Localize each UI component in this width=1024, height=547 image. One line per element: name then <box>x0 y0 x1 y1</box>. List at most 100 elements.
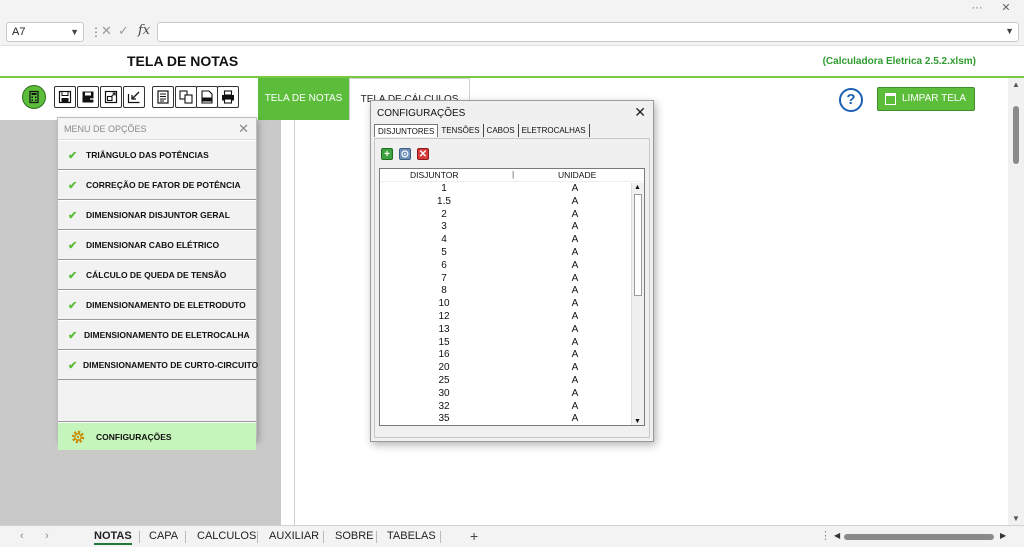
sheet-tab-calculos[interactable]: CALCULOS <box>197 530 256 542</box>
disjuntor-value: 13 <box>438 323 450 335</box>
menu-item-queda-tensao[interactable]: ✔ CÁLCULO DE QUEDA DE TENSÃO <box>58 260 256 290</box>
list-item[interactable]: 16 A <box>380 349 632 362</box>
close-icon[interactable]: ✕ <box>238 121 249 137</box>
unit-value: A <box>571 362 579 374</box>
restore-button[interactable] <box>100 86 122 108</box>
list-item[interactable]: 20 A <box>380 362 632 375</box>
tab-tensoes[interactable]: TENSÕES <box>438 124 484 137</box>
menu-item-triangulo-potencias[interactable]: ✔ TRIÂNGULO DAS POTÊNCIAS <box>58 140 256 170</box>
unit-value: A <box>571 195 579 207</box>
list-item[interactable]: 6A <box>380 260 632 273</box>
sheet-tab-auxiliar[interactable]: AUXILIAR <box>269 530 319 542</box>
edit-icon[interactable]: ⊙ <box>399 148 411 160</box>
list-item[interactable]: 4A <box>380 234 632 247</box>
tab-eletrocalhas[interactable]: ELETROCALHAS <box>519 124 590 137</box>
sheet-gap <box>281 120 295 525</box>
pdf-button[interactable] <box>196 86 218 108</box>
dialog-title: CONFIGURAÇÕES <box>377 108 466 119</box>
tab-disjuntores[interactable]: DISJUNTORES <box>374 124 439 137</box>
scroll-up-icon[interactable]: ▲ <box>634 184 641 191</box>
sheet-tab-capa[interactable]: CAPA <box>149 530 178 542</box>
menu-item-correcao-fator[interactable]: ✔ CORREÇÃO DE FATOR DE POTÊNCIA <box>58 170 256 200</box>
sheet-tab-tabelas[interactable]: TABELAS <box>387 530 436 542</box>
menu-item-disjuntor-geral[interactable]: ✔ DIMENSIONAR DISJUNTOR GERAL <box>58 200 256 230</box>
scroll-up-icon[interactable]: ▲ <box>1012 80 1020 89</box>
menu-item-configuracoes[interactable]: CONFIGURAÇÕES <box>58 422 256 450</box>
more-vertical-icon[interactable]: ⋮ <box>820 529 831 542</box>
scroll-down-icon[interactable]: ▼ <box>1012 514 1020 523</box>
scroll-down-icon[interactable]: ▼ <box>634 418 641 425</box>
divider <box>257 531 258 543</box>
cancel-icon[interactable]: ✕ <box>101 23 112 39</box>
scroll-left-icon[interactable]: ◀ <box>834 531 840 540</box>
list-item[interactable]: 30 A <box>380 388 632 401</box>
list-item[interactable]: 1.5 A <box>380 196 632 209</box>
calculator-button[interactable] <box>22 85 46 109</box>
list-item[interactable]: 13 A <box>380 324 632 337</box>
list-item[interactable]: 1A <box>380 183 632 196</box>
disjuntor-list[interactable]: DISJUNTOR | UNIDADE 1 A 1.5 A 2 A 3 A 4 A 5 A 6 A 7 A 8 A… <box>379 168 645 426</box>
notes-button[interactable] <box>152 86 174 108</box>
unit-value: A <box>571 208 579 220</box>
printer-icon <box>222 90 234 104</box>
sheet-tab-notas[interactable]: NOTAS <box>94 530 132 545</box>
delete-icon[interactable]: ✕ <box>417 148 429 160</box>
name-box[interactable]: A7 ▼ <box>6 22 84 42</box>
list-item[interactable]: 8A <box>380 285 632 298</box>
list-item[interactable]: 3A <box>380 221 632 234</box>
help-icon[interactable]: ? <box>839 88 863 112</box>
list-item[interactable]: 35 A <box>380 413 632 425</box>
horizontal-scrollbar[interactable]: ◀ ▶ <box>832 531 1012 542</box>
list-item[interactable]: 10 A <box>380 298 632 311</box>
fx-icon[interactable]: fx <box>138 23 150 38</box>
list-item[interactable]: 7A <box>380 273 632 286</box>
menu-spacer <box>58 380 256 422</box>
vertical-scrollbar[interactable]: ▲ ▼ <box>1008 78 1024 525</box>
list-scrollbar[interactable]: ▲ ▼ <box>631 183 644 425</box>
minimize-button[interactable] <box>123 86 145 108</box>
add-sheet-button[interactable]: + <box>470 528 478 544</box>
tab-cabos[interactable]: CABOS <box>484 124 519 137</box>
sheet-tab-sobre[interactable]: SOBRE <box>335 530 374 542</box>
clear-screen-button[interactable]: LIMPAR TELA <box>877 87 975 111</box>
menu-item-label: TRIÂNGULO DAS POTÊNCIAS <box>86 150 209 160</box>
list-item[interactable]: 32 A <box>380 401 632 414</box>
list-item[interactable]: 2A <box>380 209 632 222</box>
list-item[interactable]: 5A <box>380 247 632 260</box>
save-as-button[interactable] <box>77 86 99 108</box>
scroll-right-icon[interactable]: ▶ <box>1000 531 1006 540</box>
chevron-down-icon[interactable]: ▼ <box>1005 26 1014 36</box>
check-icon: ✔ <box>68 210 78 222</box>
menu-item-label: CORREÇÃO DE FATOR DE POTÊNCIA <box>86 180 241 190</box>
scrollbar-thumb[interactable] <box>844 534 994 540</box>
list-item[interactable]: 12 A <box>380 311 632 324</box>
copy-button[interactable] <box>175 86 197 108</box>
chevron-right-icon[interactable]: › <box>45 530 49 542</box>
close-icon[interactable]: ✕ <box>634 104 646 121</box>
print-button[interactable] <box>217 86 239 108</box>
unit-value: A <box>571 285 579 297</box>
disjuntor-value: 5 <box>441 246 447 258</box>
menu-item-eletroduto[interactable]: ✔ DIMENSIONAMENTO DE ELETRODUTO <box>58 290 256 320</box>
disjuntor-value: 20 <box>438 362 450 374</box>
column-divider: | <box>512 169 515 179</box>
add-icon[interactable]: + <box>381 148 393 160</box>
disjuntor-value: 30 <box>438 387 450 399</box>
menu-item-label: DIMENSIONAMENTO DE CURTO-CIRCUITO <box>83 360 259 370</box>
chevron-left-icon[interactable]: ‹ <box>20 530 24 542</box>
scrollbar-thumb[interactable] <box>1013 106 1019 164</box>
chevron-down-icon[interactable]: ▼ <box>70 23 79 41</box>
menu-item-eletrocalha[interactable]: ✔ DIMENSIONAMENTO DE ELETROCALHA <box>58 320 256 350</box>
menu-item-curto-circuito[interactable]: ✔ DIMENSIONAMENTO DE CURTO-CIRCUITO <box>58 350 259 380</box>
disjuntor-value: 1 <box>441 183 447 194</box>
save-button[interactable] <box>54 86 76 108</box>
list-item[interactable]: 25 A <box>380 375 632 388</box>
menu-item-cabo-eletrico[interactable]: ✔ DIMENSIONAR CABO ELÉTRICO <box>58 230 256 260</box>
scrollbar-thumb[interactable] <box>634 194 642 296</box>
more-icon[interactable]: ··· <box>964 0 990 18</box>
formula-input[interactable]: ▼ <box>157 22 1019 42</box>
close-icon[interactable]: ✕ <box>993 0 1019 18</box>
tab-tela-de-notas[interactable]: TELA DE NOTAS <box>258 78 349 120</box>
list-item[interactable]: 15 A <box>380 337 632 350</box>
confirm-icon[interactable]: ✓ <box>118 23 129 39</box>
